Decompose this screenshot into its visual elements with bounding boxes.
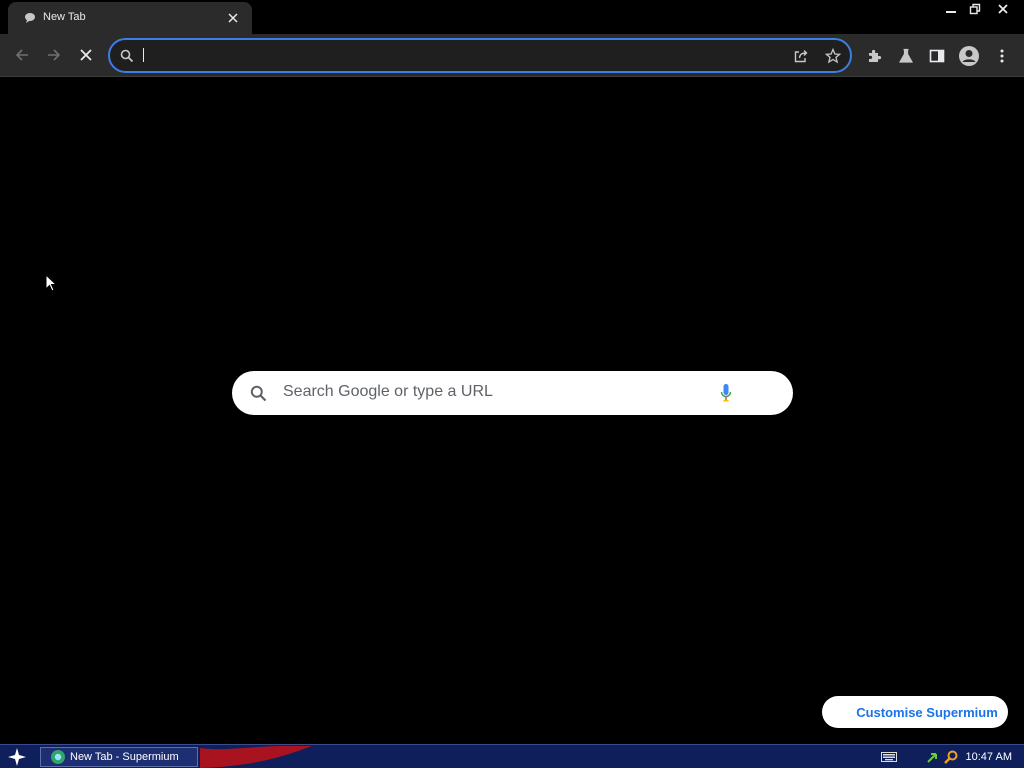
tab-title: New Tab xyxy=(43,11,86,23)
network-arrows-icon xyxy=(926,753,937,763)
extensions-button[interactable] xyxy=(863,45,885,67)
more-menu-icon xyxy=(1000,49,1004,63)
stop-loading-button[interactable] xyxy=(74,43,98,67)
search-icon xyxy=(120,49,134,63)
keyboard-icon xyxy=(880,752,897,762)
magnifier-icon xyxy=(943,750,958,764)
mouse-cursor-icon xyxy=(45,274,57,292)
bookmark-star-icon xyxy=(825,48,841,64)
tab-close-button[interactable] xyxy=(225,10,241,26)
keyboard-tray-button[interactable] xyxy=(880,748,898,766)
bookmark-button[interactable] xyxy=(824,47,842,65)
back-icon xyxy=(15,49,28,61)
extensions-icon xyxy=(869,49,882,62)
chat-bubble-icon xyxy=(25,13,35,23)
window-controls xyxy=(940,0,1018,18)
taskbar: New Tab - Supermium 10:47 AM xyxy=(0,744,1024,768)
microphone-icon[interactable] xyxy=(720,383,732,403)
back-button[interactable] xyxy=(10,43,34,67)
labs-button[interactable] xyxy=(895,45,917,67)
customise-label: Customise Supermium xyxy=(856,704,998,720)
profile-button[interactable] xyxy=(958,45,980,67)
star-start-icon xyxy=(8,748,26,766)
title-bar: New Tab xyxy=(0,0,1024,34)
supermium-app-icon xyxy=(51,750,65,764)
wallpaper-flag-graphic xyxy=(200,746,312,768)
forward-icon xyxy=(48,49,61,61)
text-caret xyxy=(143,48,144,62)
minimize-icon xyxy=(946,11,956,13)
side-panel-button[interactable] xyxy=(926,45,948,67)
close-icon xyxy=(998,4,1008,14)
system-tray: 10:47 AM xyxy=(880,745,1024,768)
taskbar-item-supermium[interactable]: New Tab - Supermium xyxy=(40,747,198,767)
search-icon xyxy=(250,385,267,402)
share-icon xyxy=(794,50,808,63)
ntp-search-placeholder: Search Google or type a URL xyxy=(283,383,493,400)
address-input[interactable] xyxy=(140,44,780,67)
taskbar-clock: 10:47 AM xyxy=(965,751,1012,763)
customise-button[interactable]: Customise Supermium xyxy=(822,696,1008,728)
window-close-button[interactable] xyxy=(988,0,1018,18)
more-menu-button[interactable] xyxy=(991,45,1013,67)
stop-loading-icon xyxy=(80,49,92,61)
tab-new-tab[interactable]: New Tab xyxy=(8,2,252,34)
new-tab-page: Search Google or type a URL Customise Su… xyxy=(0,77,1024,744)
close-icon xyxy=(228,13,238,23)
share-button[interactable] xyxy=(792,47,810,65)
start-button[interactable] xyxy=(6,747,28,767)
taskbar-item-label: New Tab - Supermium xyxy=(70,751,179,763)
network-tray-button[interactable] xyxy=(924,748,942,766)
minimize-button[interactable] xyxy=(940,0,962,18)
forward-button[interactable] xyxy=(42,43,66,67)
profile-avatar-icon xyxy=(959,46,979,66)
omnibox[interactable] xyxy=(108,38,852,73)
ntp-search-box[interactable]: Search Google or type a URL xyxy=(232,371,793,415)
labs-flask-icon xyxy=(898,48,914,63)
side-panel-icon xyxy=(929,49,945,63)
search-tray-button[interactable] xyxy=(942,748,960,766)
restore-icon xyxy=(969,3,981,15)
restore-button[interactable] xyxy=(964,0,986,18)
browser-toolbar xyxy=(0,34,1024,77)
